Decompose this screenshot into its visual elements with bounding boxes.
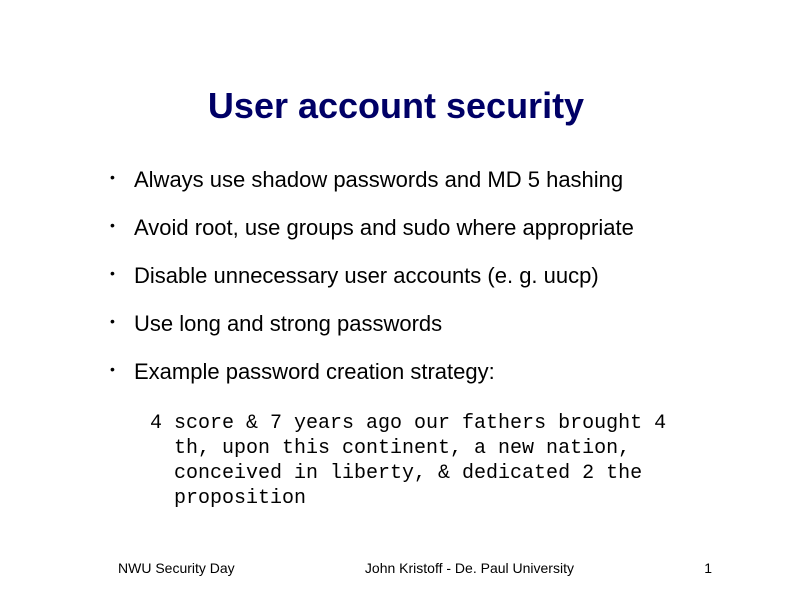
slide-title: User account security — [80, 85, 712, 127]
bullet-item: Avoid root, use groups and sudo where ap… — [110, 215, 712, 241]
bullet-item: Always use shadow passwords and MD 5 has… — [110, 167, 712, 193]
slide-footer: NWU Security Day John Kristoff - De. Pau… — [0, 560, 792, 576]
footer-page-number: 1 — [704, 560, 712, 576]
example-code: 4 score & 7 years ago our fathers brough… — [80, 411, 712, 511]
slide: User account security Always use shadow … — [0, 0, 792, 612]
bullet-item: Example password creation strategy: — [110, 359, 712, 385]
bullet-item: Use long and strong passwords — [110, 311, 712, 337]
bullet-list: Always use shadow passwords and MD 5 has… — [80, 167, 712, 385]
footer-left: NWU Security Day — [118, 560, 235, 576]
footer-center: John Kristoff - De. Paul University — [235, 560, 705, 576]
bullet-item: Disable unnecessary user accounts (e. g.… — [110, 263, 712, 289]
